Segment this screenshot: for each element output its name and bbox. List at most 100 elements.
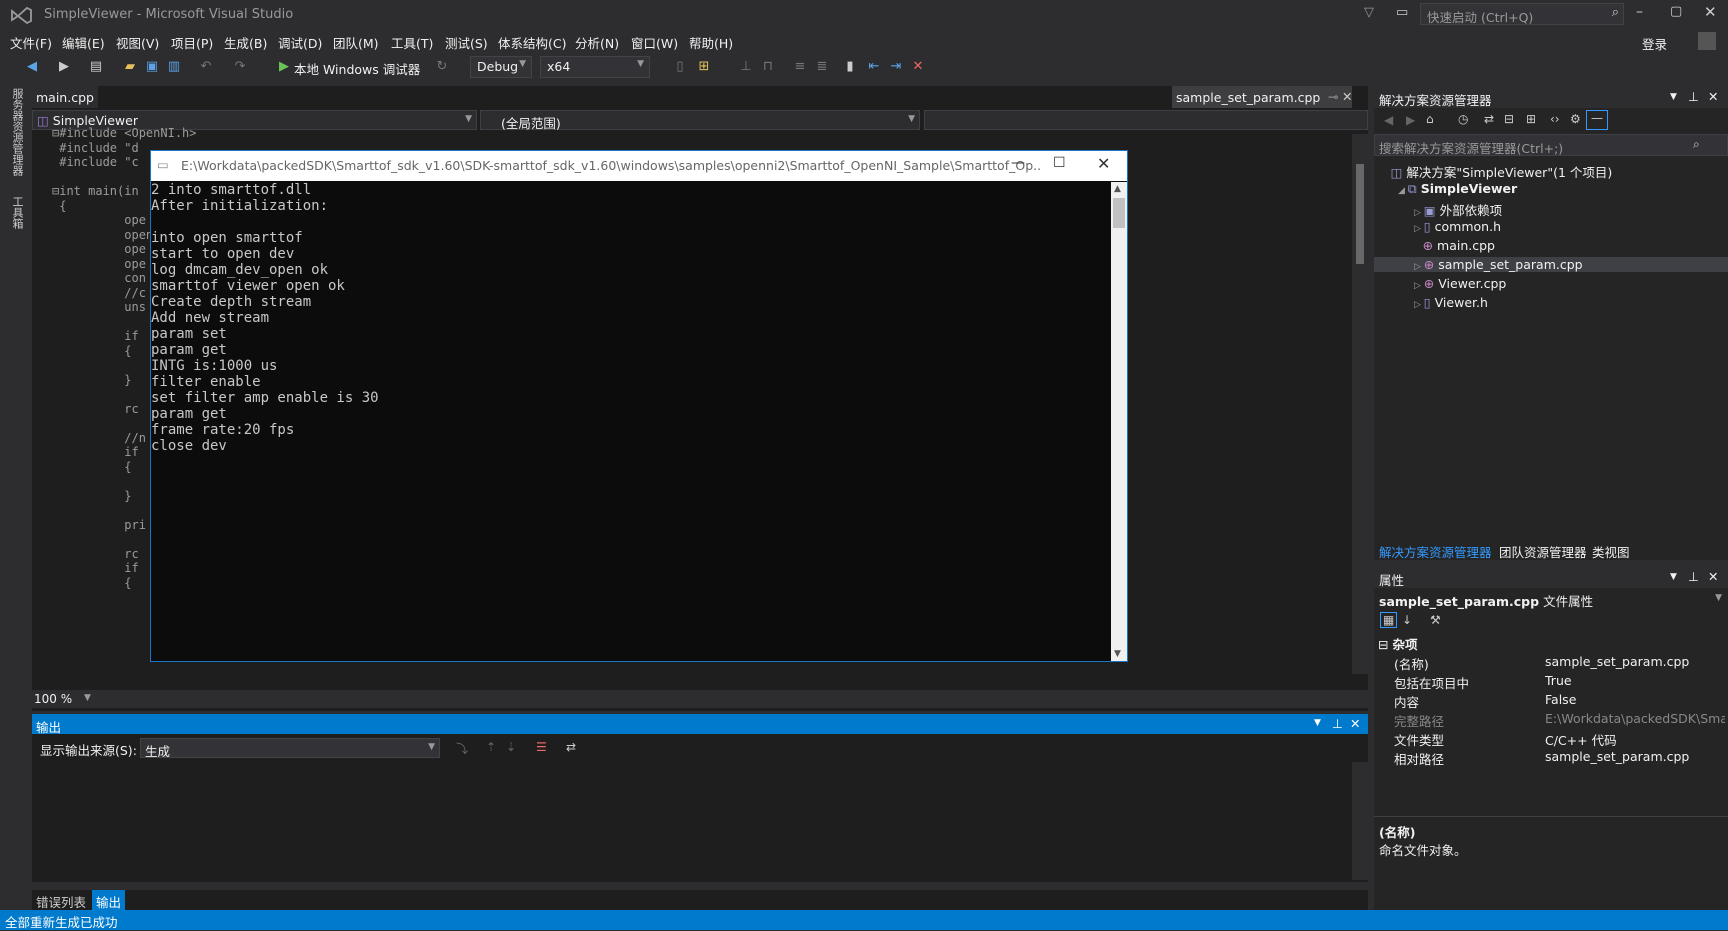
console-scrollbar[interactable]: ▲ ▼	[1111, 182, 1127, 661]
undo-icon[interactable]: ↶	[198, 59, 214, 75]
align-icon[interactable]: ⊥	[738, 59, 754, 75]
tree-item[interactable]: ▷ ⊕ Viewer.cpp	[1414, 276, 1506, 291]
show-all-files-icon[interactable]: ⊞	[1526, 112, 1536, 126]
menu-item[interactable]: 生成(B)	[224, 33, 267, 52]
output-text-area[interactable]	[32, 762, 1352, 880]
outdent-icon[interactable]: ≣	[814, 59, 830, 75]
zoom-level[interactable]: 100 %	[34, 692, 72, 706]
tree-item[interactable]: ◢ ⧉ SimpleViewer	[1398, 181, 1517, 197]
categorized-icon[interactable]: ▦	[1380, 612, 1398, 628]
console-maximize-button[interactable]: ☐	[1053, 155, 1066, 171]
menu-item[interactable]: 工具(T)	[391, 33, 433, 52]
tree-item[interactable]: ▷ ▯ Viewer.h	[1414, 295, 1488, 310]
close-icon[interactable]: ✕	[1342, 89, 1352, 104]
properties-icon[interactable]: ⚙	[1570, 112, 1581, 126]
properties-category[interactable]: ⊟ 杂项	[1378, 634, 1417, 653]
sync-icon[interactable]: ⇄	[1484, 112, 1494, 126]
minimize-button[interactable]: –	[1636, 4, 1643, 20]
back-icon[interactable]: ◀	[24, 59, 40, 75]
pin-icon[interactable]: ⊥	[1688, 89, 1699, 104]
pin-icon[interactable]: ⊸	[1328, 89, 1338, 104]
scrollbar-thumb[interactable]	[1113, 198, 1125, 228]
output-scrollbar[interactable]	[1352, 762, 1368, 880]
format-icon[interactable]: ⊓	[760, 59, 776, 75]
chevron-up-icon[interactable]: ▲	[1114, 184, 1121, 194]
output-source-dropdown[interactable]: 生成 ▼	[140, 738, 440, 759]
menu-item[interactable]: 测试(S)	[445, 33, 488, 52]
redo-icon[interactable]: ↷	[232, 59, 248, 75]
close-icon[interactable]: ✕	[1708, 89, 1718, 104]
refresh-icon[interactable]: ↻	[434, 59, 450, 75]
property-row[interactable]: 文件类型 C/C++ 代码	[1374, 728, 1728, 748]
save-icon[interactable]: ▣	[144, 59, 160, 75]
config-dropdown[interactable]: Debug ▼	[470, 56, 532, 78]
chevron-down-icon[interactable]: ▼	[84, 693, 91, 703]
bookmark-icon[interactable]: ▮	[842, 59, 858, 75]
close-icon[interactable]: ✕	[1708, 569, 1718, 584]
chevron-down-icon[interactable]: ▼	[1114, 649, 1121, 659]
prev-bookmark-icon[interactable]: ⇤	[866, 59, 882, 75]
new-project-icon[interactable]: ▤	[88, 59, 104, 75]
menu-item[interactable]: 团队(M)	[333, 33, 379, 52]
property-row[interactable]: 相对路径 sample_set_param.cpp	[1374, 747, 1728, 767]
tree-item[interactable]: ▷ ⊕ sample_set_param.cpp	[1374, 257, 1728, 272]
next-message-icon[interactable]: ⇣	[506, 740, 516, 754]
expand-icon[interactable]: ▷	[1414, 224, 1424, 234]
chevron-down-icon[interactable]: ▼	[1670, 572, 1677, 582]
pending-changes-icon[interactable]: ◷	[1458, 112, 1468, 126]
menu-item[interactable]: 分析(N)	[575, 33, 619, 52]
collapse-all-icon[interactable]: ⊟	[1504, 112, 1514, 126]
view-code-icon[interactable]: ‹›	[1550, 112, 1560, 126]
menu-item[interactable]: 编辑(E)	[62, 33, 105, 52]
tab-class-view[interactable]: 类视图	[1592, 542, 1630, 561]
solution-search-input[interactable]: 搜索解决方案资源管理器(Ctrl+;) ⌕	[1374, 134, 1728, 156]
tree-item[interactable]: ▷ ▯ common.h	[1414, 219, 1501, 234]
pin-icon[interactable]: ⊥	[1332, 716, 1343, 731]
back-icon[interactable]: ◀	[1384, 113, 1393, 127]
tree-item[interactable]: ▷ ▣ 外部依赖项	[1414, 200, 1502, 219]
property-row[interactable]: (名称) sample_set_param.cpp	[1374, 652, 1728, 672]
clear-all-icon[interactable]: ☰	[536, 740, 547, 754]
alphabetical-icon[interactable]: ↓	[1402, 613, 1412, 627]
home-icon[interactable]: ⌂	[1426, 112, 1434, 126]
start-debug-icon[interactable]: ▶	[276, 59, 292, 75]
find-in-files-icon[interactable]: ⊞	[696, 59, 712, 75]
wrench-icon[interactable]: ⚒	[1430, 613, 1441, 627]
output-hscrollbar[interactable]	[32, 882, 1368, 890]
menu-item[interactable]: 调试(D)	[278, 33, 322, 52]
menu-item[interactable]: 帮助(H)	[689, 33, 733, 52]
debugger-button[interactable]: 本地 Windows 调试器	[294, 59, 420, 78]
login-link[interactable]: 登录	[1642, 34, 1667, 53]
pin-icon[interactable]: ⊥	[1688, 569, 1699, 584]
filter-icon[interactable]: ▽	[1364, 5, 1374, 20]
chevron-down-icon[interactable]: ▼	[1314, 718, 1321, 728]
preview-selected-icon[interactable]: —	[1586, 110, 1608, 130]
close-icon[interactable]: ✕	[1350, 716, 1360, 731]
expand-icon[interactable]: ▷	[1414, 300, 1424, 310]
quick-launch-input[interactable]: 快速启动 (Ctrl+Q) ⌕	[1420, 3, 1624, 25]
find-message-icon[interactable]: ⤵	[456, 740, 468, 757]
menu-item[interactable]: 窗口(W)	[631, 33, 678, 52]
scrollbar-thumb[interactable]	[1356, 164, 1364, 264]
platform-dropdown[interactable]: x64 ▼	[540, 56, 650, 78]
properties-object-selector[interactable]: sample_set_param.cpp 文件属性 ▼	[1374, 588, 1728, 609]
maximize-button[interactable]: ▢	[1670, 4, 1682, 19]
property-row[interactable]: 内容 False	[1374, 690, 1728, 710]
forward-icon[interactable]: ▶	[1406, 113, 1415, 127]
tab-main-cpp[interactable]: main.cpp	[32, 86, 98, 108]
toolbox-tab[interactable]: 工具箱	[9, 196, 24, 229]
next-bookmark-icon[interactable]: ⇥	[888, 59, 904, 75]
member-dropdown[interactable]	[924, 110, 1368, 130]
forward-icon[interactable]: ▶	[56, 59, 72, 75]
menu-item[interactable]: 体系结构(C)	[498, 33, 566, 52]
expand-icon[interactable]: ▷	[1414, 208, 1424, 218]
save-all-icon[interactable]: ▥	[166, 59, 182, 75]
expand-icon[interactable]	[1414, 243, 1423, 253]
tab-solution-explorer[interactable]: 解决方案资源管理器	[1379, 542, 1492, 561]
tab-sample-set-param[interactable]: sample_set_param.cpp ⊸ ✕	[1172, 86, 1352, 108]
expand-icon[interactable]	[1382, 170, 1391, 180]
tab-team-explorer[interactable]: 团队资源管理器	[1499, 542, 1587, 561]
console-minimize-button[interactable]: —	[1011, 155, 1025, 171]
close-button[interactable]: ✕	[1704, 3, 1717, 21]
expand-icon[interactable]: ▷	[1414, 262, 1424, 272]
